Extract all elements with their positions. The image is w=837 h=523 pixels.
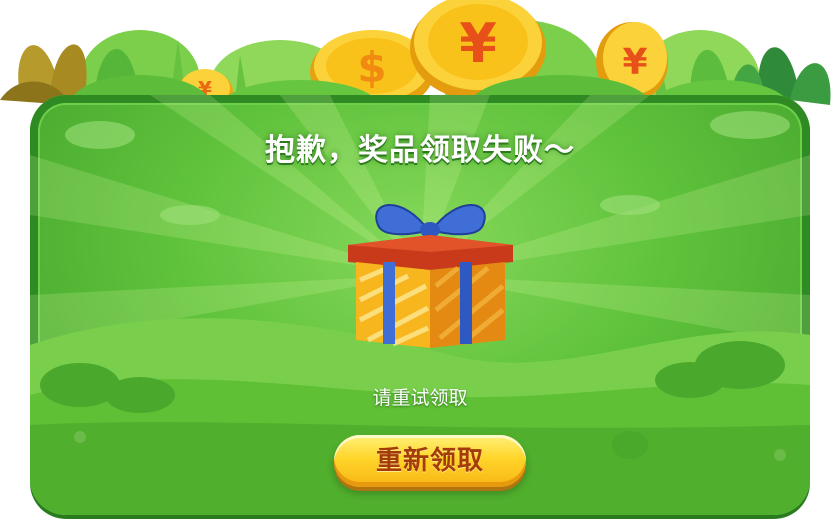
- gift-box-icon: [348, 204, 513, 348]
- retry-hint: 请重试领取: [372, 387, 468, 409]
- svg-text:$: $: [357, 43, 386, 92]
- reward-failed-dialog: ¥ $ ¥ ¥ 抱歉，奖品领取失败～ 请重试领取 重新领取: [0, 0, 837, 523]
- retry-claim-button[interactable]: 重新领取: [334, 435, 526, 487]
- dialog-panel: 抱歉，奖品领取失败～ 请重试领取 重新领取: [30, 95, 810, 515]
- svg-text:¥: ¥: [622, 42, 647, 83]
- svg-text:¥: ¥: [459, 12, 497, 75]
- dialog-title: 抱歉，奖品领取失败～: [265, 133, 575, 168]
- retry-claim-label: 重新领取: [375, 446, 484, 476]
